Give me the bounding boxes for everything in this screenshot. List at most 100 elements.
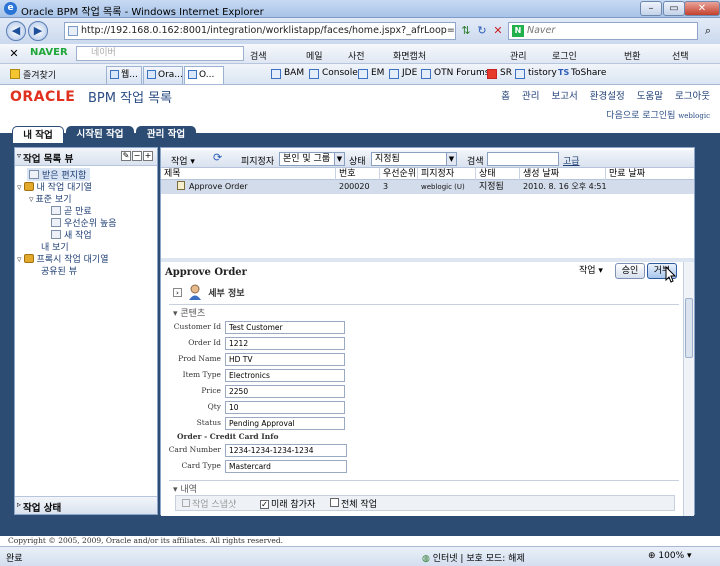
order-id-field[interactable]: 1212 <box>225 337 345 350</box>
fav-bam[interactable]: BAM <box>271 68 304 79</box>
collapse-icon[interactable]: ▿ <box>17 151 21 160</box>
app-header: ORACLE BPM 작업 목록 홈 관리 보고서 환경설정 도움말 로그아웃 <box>0 85 720 107</box>
link-logout[interactable]: 로그아웃 <box>675 91 710 102</box>
fav-em[interactable]: EM <box>358 68 384 79</box>
refresh-icon[interactable]: ↻ <box>474 23 490 39</box>
status-select[interactable]: 지정됨 ▼ <box>371 152 457 166</box>
close-button[interactable]: ✕ <box>684 1 720 16</box>
browser-tab-2[interactable]: Ora... <box>143 66 183 84</box>
link-home[interactable]: 홈 <box>501 91 510 102</box>
table-row[interactable]: Approve Order 200020 3 weblogic (U) 지정됨 … <box>161 180 694 194</box>
toolbar-item-select[interactable]: 선택 <box>672 49 689 62</box>
zone-info[interactable]: ◍ 인터넷 | 보호 모드: 해제 <box>422 551 525 564</box>
add-view-button[interactable]: + <box>143 151 153 161</box>
toolbar-item-mail[interactable]: 메일 <box>306 49 323 62</box>
approve-button[interactable]: 승인 <box>615 263 645 279</box>
checkbox[interactable] <box>330 498 339 507</box>
maximize-button[interactable]: ▭ <box>663 1 685 16</box>
task-search-input[interactable] <box>487 152 559 166</box>
naver-search-input[interactable]: 네이버 <box>76 46 244 61</box>
future-participants-checkbox[interactable]: ✓ 미래 참가자 <box>260 497 315 510</box>
col-status[interactable]: 상태 <box>475 168 519 180</box>
logged-in-text: 다음으로 로그인됨 weblogic <box>606 108 710 121</box>
remove-view-button[interactable]: − <box>132 151 142 161</box>
card-type-field[interactable]: Mastercard <box>225 460 347 473</box>
search-input[interactable]: N Naver <box>508 22 698 40</box>
advanced-search-link[interactable]: 고급 <box>563 154 580 167</box>
actions-menu[interactable]: 작업 ▾ <box>171 154 195 167</box>
fav-otn[interactable]: OTN Forums <box>421 68 489 79</box>
fav-jde[interactable]: JDE <box>389 68 417 79</box>
fav-label: Console <box>322 68 358 78</box>
link-preferences[interactable]: 환경설정 <box>590 91 625 102</box>
toolbar-item-translate[interactable]: 번환 <box>624 49 641 62</box>
toolbar-item-search[interactable]: 검색 <box>250 49 267 62</box>
search-icon[interactable]: ⌕ <box>700 23 716 39</box>
browser-statusbar: 완료 ◍ 인터넷 | 보호 모드: 해제 ⊕ 100% ▾ <box>0 546 720 566</box>
fav-console[interactable]: Console <box>309 68 358 79</box>
qty-field[interactable]: 10 <box>225 401 345 414</box>
forward-button[interactable]: ▶ <box>28 21 48 41</box>
link-admin[interactable]: 관리 <box>522 91 539 102</box>
assignee-select[interactable]: 본인 및 그룹 ▼ <box>279 152 345 166</box>
edit-view-button[interactable]: ✎ <box>121 151 131 161</box>
details-section[interactable]: › 세부 정보 <box>173 284 245 300</box>
fav-sr[interactable]: SR <box>487 68 512 79</box>
link-help[interactable]: 도움말 <box>637 91 663 102</box>
favorites-button[interactable]: 즐겨찾기 <box>10 68 56 81</box>
all-tasks-checkbox[interactable]: 전체 작업 <box>330 497 377 510</box>
stop-icon[interactable]: ✕ <box>490 23 506 39</box>
history-snapshot[interactable]: 작업 스냅샷 <box>182 497 236 510</box>
price-field[interactable]: 2250 <box>225 385 345 398</box>
browser-tab-1[interactable]: 웹... <box>106 66 142 84</box>
divider <box>169 480 679 481</box>
tab-my-tasks[interactable]: 내 작업 <box>12 126 64 143</box>
detail-actions-menu[interactable]: 작업 ▾ <box>579 263 603 276</box>
tab-admin-tasks[interactable]: 관리 작업 <box>136 126 196 143</box>
prod-name-field[interactable]: HD TV <box>225 353 345 366</box>
login-line: 다음으로 로그인됨 weblogic <box>0 107 720 121</box>
collapse-icon[interactable]: ▿ <box>17 183 22 193</box>
browser-tab-3[interactable]: O... <box>184 66 224 84</box>
customer-id-field[interactable]: Test Customer <box>225 321 345 334</box>
collapse-icon[interactable]: ▿ <box>17 255 22 265</box>
col-number[interactable]: 번호 <box>335 168 379 180</box>
checkbox-checked[interactable]: ✓ <box>260 500 269 509</box>
col-priority[interactable]: 우선순위 <box>379 168 417 180</box>
task-status-header[interactable]: ▹ 작업 상태 <box>15 496 157 514</box>
status-field[interactable]: Pending Approval <box>225 417 345 430</box>
col-due[interactable]: 만료 날짜 <box>605 168 694 180</box>
refresh-icon[interactable]: ⟳ <box>213 151 222 164</box>
address-input[interactable]: http://192.168.0.162:8001/integration/wo… <box>64 22 456 40</box>
close-toolbar-icon[interactable]: ✕ <box>6 46 22 62</box>
search-placeholder: Naver <box>527 25 556 36</box>
tree-item-shared-views[interactable]: 공유된 뷰 <box>41 264 77 277</box>
toolbar-item-login[interactable]: 로그인 <box>552 49 577 62</box>
detail-scrollbar[interactable] <box>683 262 694 516</box>
tab-label: Ora... <box>158 70 183 80</box>
col-assignee[interactable]: 피지정자 <box>417 168 475 180</box>
toolbar-item-manage[interactable]: 관리 <box>510 49 527 62</box>
zoom-control[interactable]: ⊕ 100% ▾ <box>648 551 692 561</box>
toolbar-item-capture[interactable]: 화면캡처 <box>393 49 426 62</box>
history-section[interactable]: ▾ 내역 <box>173 482 197 495</box>
expand-icon[interactable]: › <box>173 288 182 297</box>
col-created[interactable]: 생성 날짜 <box>519 168 605 180</box>
expand-icon[interactable]: ▹ <box>17 500 21 509</box>
back-button[interactable]: ◀ <box>6 21 26 41</box>
tab-initiated-tasks[interactable]: 시작된 작업 <box>66 126 134 143</box>
minimize-button[interactable]: – <box>640 1 662 16</box>
address-toolbar: ◀ ▶ http://192.168.0.162:8001/integratio… <box>0 18 720 44</box>
scrollbar-thumb[interactable] <box>685 298 693 358</box>
page-icon <box>309 69 319 79</box>
link-reports[interactable]: 보고서 <box>552 91 578 102</box>
toolbar-item-dict[interactable]: 사전 <box>348 49 365 62</box>
item-type-field[interactable]: Electronics <box>225 369 345 382</box>
fav-toshare[interactable]: TS ToShare <box>558 68 606 78</box>
card-number-field[interactable]: 1234-1234-1234-1234 <box>225 444 347 457</box>
collapse-icon[interactable]: ▿ <box>29 195 34 205</box>
content-section[interactable]: ▾ 콘텐츠 <box>173 306 205 319</box>
fav-tistory[interactable]: tistory <box>515 68 557 79</box>
col-title[interactable]: 제목 <box>161 168 335 180</box>
compat-icon[interactable]: ⇅ <box>458 23 474 39</box>
